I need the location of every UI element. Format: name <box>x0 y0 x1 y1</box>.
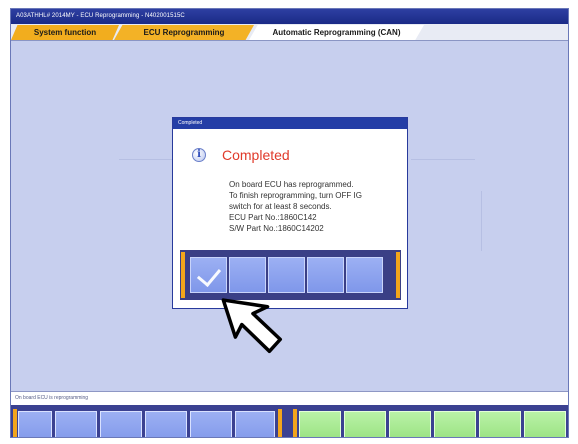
tab-ecu-reprogramming[interactable]: ECU Reprogramming <box>114 25 254 40</box>
button-bar-edge <box>181 252 185 298</box>
dialog-button-5[interactable] <box>346 257 383 293</box>
window-titlebar: A03ATHHL# 2014MY - ECU Reprogramming - N… <box>11 9 568 24</box>
background-divider <box>411 159 475 160</box>
dialog-button-3[interactable] <box>268 257 305 293</box>
key-bar-edge <box>293 409 297 437</box>
function-key-6[interactable] <box>235 411 275 437</box>
dialog-message: On board ECU has reprogrammed. To finish… <box>229 179 399 234</box>
function-key-10[interactable] <box>434 411 476 437</box>
key-bar-edge <box>13 409 17 437</box>
dialog-heading: Completed <box>222 147 290 163</box>
tab-automatic-reprogramming-can[interactable]: Automatic Reprogramming (CAN) <box>249 25 424 40</box>
dialog-titlebar: Completed <box>173 118 407 129</box>
function-key-5[interactable] <box>190 411 232 437</box>
status-bar: On board ECU is reprogramming <box>11 391 568 406</box>
tab-bar: System function ECU Reprogramming Automa… <box>11 24 568 41</box>
function-key-1[interactable] <box>18 411 52 437</box>
function-key-8[interactable] <box>344 411 386 437</box>
function-key-7[interactable] <box>299 411 341 437</box>
dialog-button-bar <box>180 250 401 300</box>
dialog-button-4[interactable] <box>307 257 344 293</box>
ok-check-button[interactable] <box>190 257 227 293</box>
message-line: On board ECU has reprogrammed. <box>229 180 354 189</box>
function-key-bar <box>11 405 568 437</box>
key-bar-edge <box>278 409 282 437</box>
info-icon: i <box>192 148 206 162</box>
function-key-12[interactable] <box>524 411 566 437</box>
message-line: switch for at least 8 seconds. <box>229 202 332 211</box>
message-line: S/W Part No.:1860C14202 <box>229 224 324 233</box>
tab-system-function[interactable]: System function <box>11 25 119 40</box>
dialog-button-2[interactable] <box>229 257 266 293</box>
message-line: To finish reprogramming, turn OFF IG <box>229 191 362 200</box>
pointer-arrow-icon <box>221 298 283 354</box>
function-key-2[interactable] <box>55 411 97 437</box>
function-key-9[interactable] <box>389 411 431 437</box>
function-key-3[interactable] <box>100 411 142 437</box>
message-line: ECU Part No.:1860C142 <box>229 213 317 222</box>
check-icon <box>196 261 222 288</box>
function-key-11[interactable] <box>479 411 521 437</box>
button-bar-edge <box>396 252 400 298</box>
completed-dialog: Completed i Completed On board ECU has r… <box>172 117 408 309</box>
background-divider <box>481 191 482 251</box>
function-key-4[interactable] <box>145 411 187 437</box>
